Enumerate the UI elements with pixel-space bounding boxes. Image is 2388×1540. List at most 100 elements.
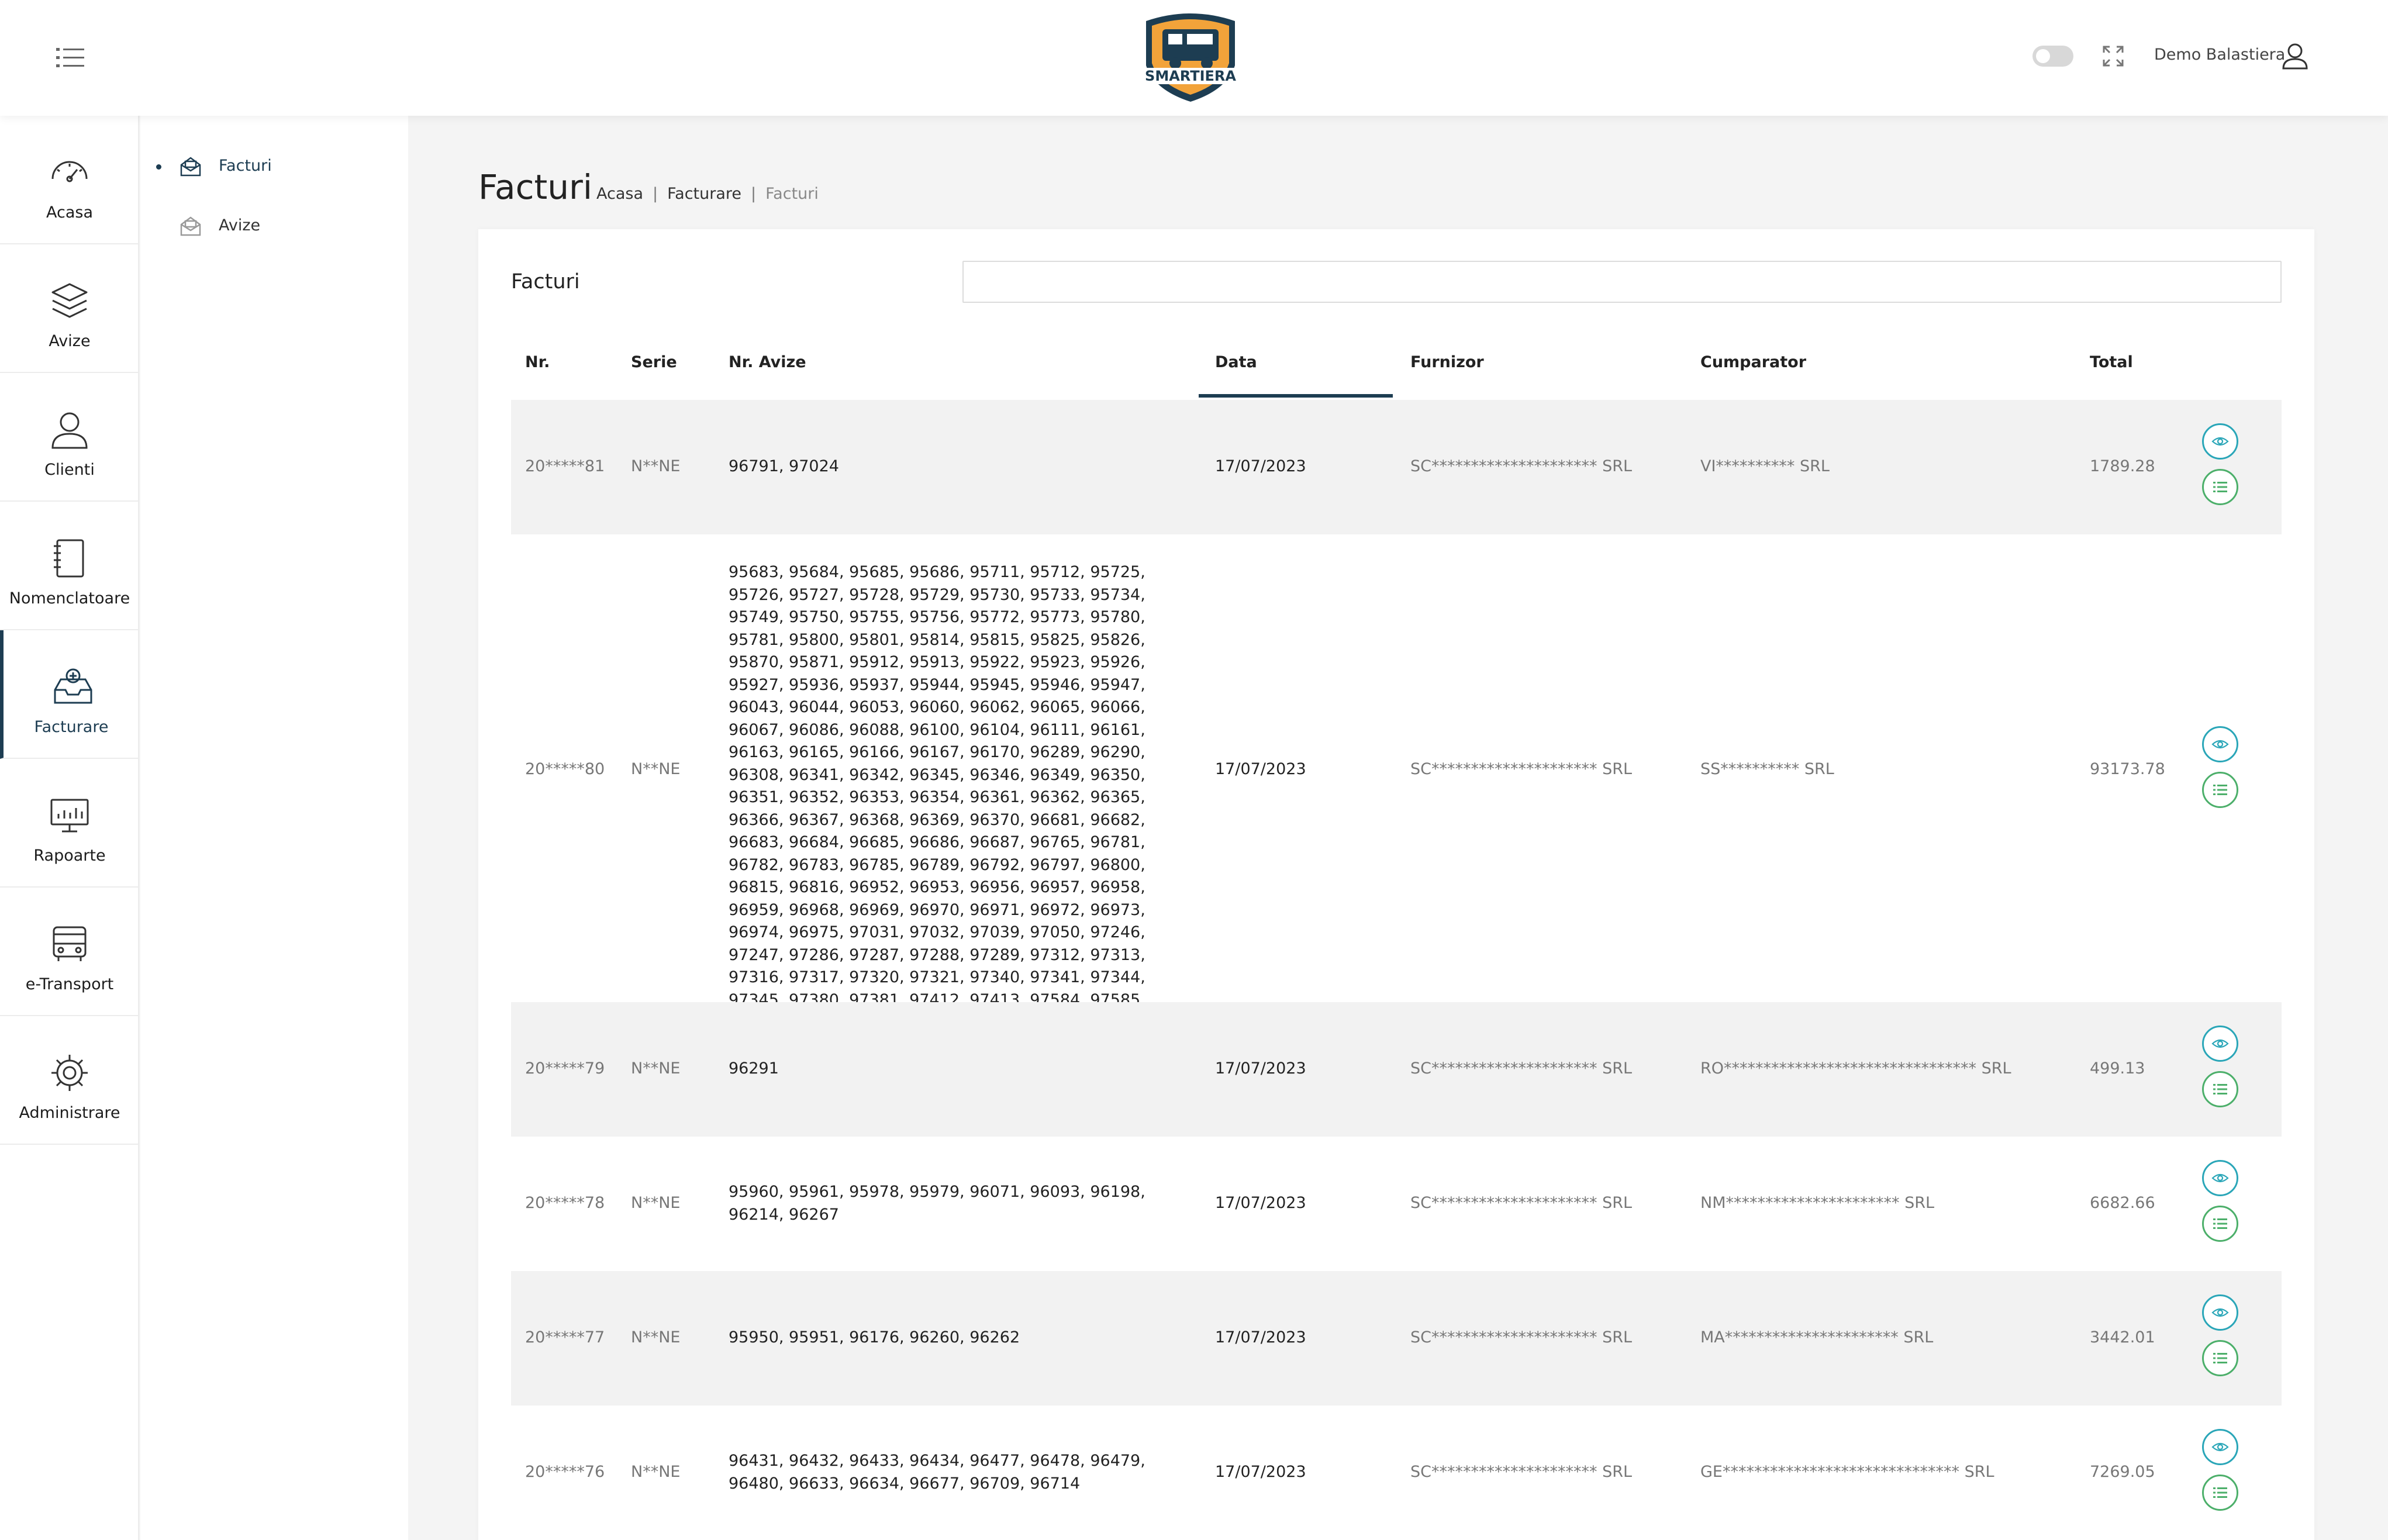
- envelope-open-icon: [180, 157, 201, 177]
- cell-furnizor: SC********************* SRL: [1410, 1059, 1633, 1078]
- cell-serie: N**NE: [631, 760, 681, 778]
- column-header-furnizor[interactable]: Furnizor: [1410, 353, 1484, 371]
- column-header-serie[interactable]: Serie: [631, 353, 677, 371]
- nav-item-e-transport[interactable]: e-Transport: [0, 888, 139, 1016]
- cell-data: 17/07/2023: [1215, 760, 1306, 778]
- cell-data: 17/07/2023: [1215, 1463, 1306, 1481]
- eye-icon: [2211, 1442, 2229, 1452]
- list-icon: [2213, 1487, 2227, 1498]
- table-row: 20*****77 N**NE 95950, 95951, 96176, 962…: [511, 1271, 2282, 1406]
- cell-total: 1789.28: [2090, 457, 2155, 475]
- cell-nr-avize: 96291: [729, 1059, 779, 1078]
- user-outline-icon: [51, 412, 88, 449]
- cell-cumparator: SS********** SRL: [1700, 760, 1834, 778]
- eye-icon: [2211, 437, 2229, 446]
- breadcrumb: Acasa | Facturare | Facturi: [596, 185, 819, 203]
- cell-nr: 20*****78: [525, 1194, 605, 1212]
- table-row: 20*****81 N**NE 96791, 97024 17/07/2023 …: [511, 400, 2282, 534]
- layers-icon: [51, 283, 88, 318]
- nav-item-administrare[interactable]: Administrare: [0, 1016, 139, 1145]
- nav-item-acasa[interactable]: Acasa: [0, 116, 139, 244]
- invoice-details-button[interactable]: [2202, 772, 2238, 808]
- view-invoice-button[interactable]: [2202, 726, 2238, 762]
- fullscreen-icon[interactable]: [2101, 44, 2125, 68]
- breadcrumb-facturare[interactable]: Facturare: [667, 185, 741, 203]
- card-title: Facturi: [511, 270, 580, 294]
- cell-data: 17/07/2023: [1215, 1194, 1306, 1212]
- nav-item-avize[interactable]: Avize: [0, 244, 139, 373]
- cell-total: 6682.66: [2090, 1194, 2155, 1212]
- cell-cumparator: VI********** SRL: [1700, 457, 1830, 475]
- list-icon: [2213, 1218, 2227, 1229]
- page-title: Facturi: [478, 167, 592, 207]
- logo-text: SMARTIERA: [1145, 68, 1236, 84]
- cell-nr: 20*****81: [525, 457, 605, 475]
- view-invoice-button[interactable]: [2202, 1160, 2238, 1196]
- cell-nr-avize: 95683, 95684, 95685, 95686, 95711, 95712…: [729, 563, 1145, 1054]
- envelope-open-icon: [180, 216, 201, 236]
- main-nav-rail: Acasa Avize Clienti Nomenclatoare Factur…: [0, 116, 139, 1540]
- menu-toggle-icon[interactable]: [56, 47, 85, 69]
- column-header-nr-avize[interactable]: Nr. Avize: [729, 353, 806, 371]
- eye-icon: [2211, 1308, 2229, 1317]
- eye-icon: [2211, 1173, 2229, 1183]
- active-dot: [156, 164, 161, 170]
- cell-total: 3442.01: [2090, 1328, 2155, 1346]
- view-invoice-button[interactable]: [2202, 1429, 2238, 1465]
- submenu-facturare: Facturi Avize: [140, 116, 408, 1540]
- notebook-icon: [54, 539, 84, 578]
- cell-total: 93173.78: [2090, 760, 2165, 778]
- invoice-details-button[interactable]: [2202, 1206, 2238, 1242]
- column-header-cumparator[interactable]: Cumparator: [1700, 353, 1806, 371]
- invoice-details-button[interactable]: [2202, 1071, 2238, 1107]
- table-row: 20*****80 N**NE 95683, 95684, 95685, 956…: [511, 534, 2282, 1054]
- cell-nr: 20*****77: [525, 1328, 605, 1346]
- eye-icon: [2211, 740, 2229, 749]
- cell-furnizor: SC********************* SRL: [1410, 1194, 1633, 1212]
- user-profile-icon[interactable]: [2280, 41, 2310, 70]
- list-icon: [2213, 482, 2227, 492]
- theme-toggle[interactable]: [2032, 46, 2073, 67]
- breadcrumb-facturi: Facturi: [765, 185, 819, 203]
- column-header-total[interactable]: Total: [2090, 353, 2133, 371]
- column-header-data[interactable]: Data: [1215, 353, 1257, 371]
- nav-item-nomenclatoare[interactable]: Nomenclatoare: [0, 502, 139, 630]
- cell-data: 17/07/2023: [1215, 457, 1306, 475]
- cell-cumparator: RO******************************** SRL: [1700, 1059, 2011, 1078]
- inbox-icon: [54, 668, 92, 704]
- username[interactable]: Demo Balastiera: [2154, 46, 2285, 64]
- table-row: 20*****76 N**NE 96431, 96432, 96433, 964…: [511, 1406, 2282, 1540]
- nav-item-clienti[interactable]: Clienti: [0, 373, 139, 502]
- smartiera-logo[interactable]: SMARTIERA: [1139, 9, 1242, 103]
- cell-cumparator: MA********************** SRL: [1700, 1328, 1934, 1346]
- submenu-item-facturi[interactable]: Facturi: [140, 146, 408, 187]
- cell-data: 17/07/2023: [1215, 1328, 1306, 1346]
- top-header: SMARTIERA Demo Balastiera: [0, 0, 2388, 116]
- cell-nr-avize: 95960, 95961, 95978, 95979, 96071, 96093…: [729, 1183, 1145, 1224]
- invoice-details-button[interactable]: [2202, 1475, 2238, 1511]
- cell-nr-avize: 95950, 95951, 96176, 96260, 96262: [729, 1328, 1020, 1346]
- nav-item-rapoarte[interactable]: Rapoarte: [0, 759, 139, 888]
- list-icon: [2213, 785, 2227, 795]
- breadcrumb-acasa[interactable]: Acasa: [596, 185, 643, 203]
- cell-data: 17/07/2023: [1215, 1059, 1306, 1078]
- table-row: 20*****79 N**NE 96291 17/07/2023 SC*****…: [511, 1002, 2282, 1137]
- cell-cumparator: GE****************************** SRL: [1700, 1463, 1994, 1481]
- facturi-card: Facturi Nr. Serie Nr. Avize Data Furnizo…: [478, 229, 2314, 1540]
- cell-cumparator: NM********************** SRL: [1700, 1194, 1935, 1212]
- cell-serie: N**NE: [631, 1194, 681, 1212]
- column-header-nr[interactable]: Nr.: [525, 353, 550, 371]
- cell-furnizor: SC********************* SRL: [1410, 1463, 1633, 1481]
- invoice-details-button[interactable]: [2202, 469, 2238, 505]
- table-row: 20*****78 N**NE 95960, 95961, 95978, 959…: [511, 1137, 2282, 1271]
- submenu-item-avize[interactable]: Avize: [140, 206, 408, 247]
- view-invoice-button[interactable]: [2202, 423, 2238, 460]
- nav-item-facturare[interactable]: Facturare: [0, 630, 139, 759]
- cell-serie: N**NE: [631, 1059, 681, 1078]
- view-invoice-button[interactable]: [2202, 1294, 2238, 1331]
- invoice-details-button[interactable]: [2202, 1340, 2238, 1376]
- view-invoice-button[interactable]: [2202, 1025, 2238, 1062]
- search-input[interactable]: [962, 261, 2282, 303]
- cell-furnizor: SC********************* SRL: [1410, 457, 1633, 475]
- cell-furnizor: SC********************* SRL: [1410, 760, 1633, 778]
